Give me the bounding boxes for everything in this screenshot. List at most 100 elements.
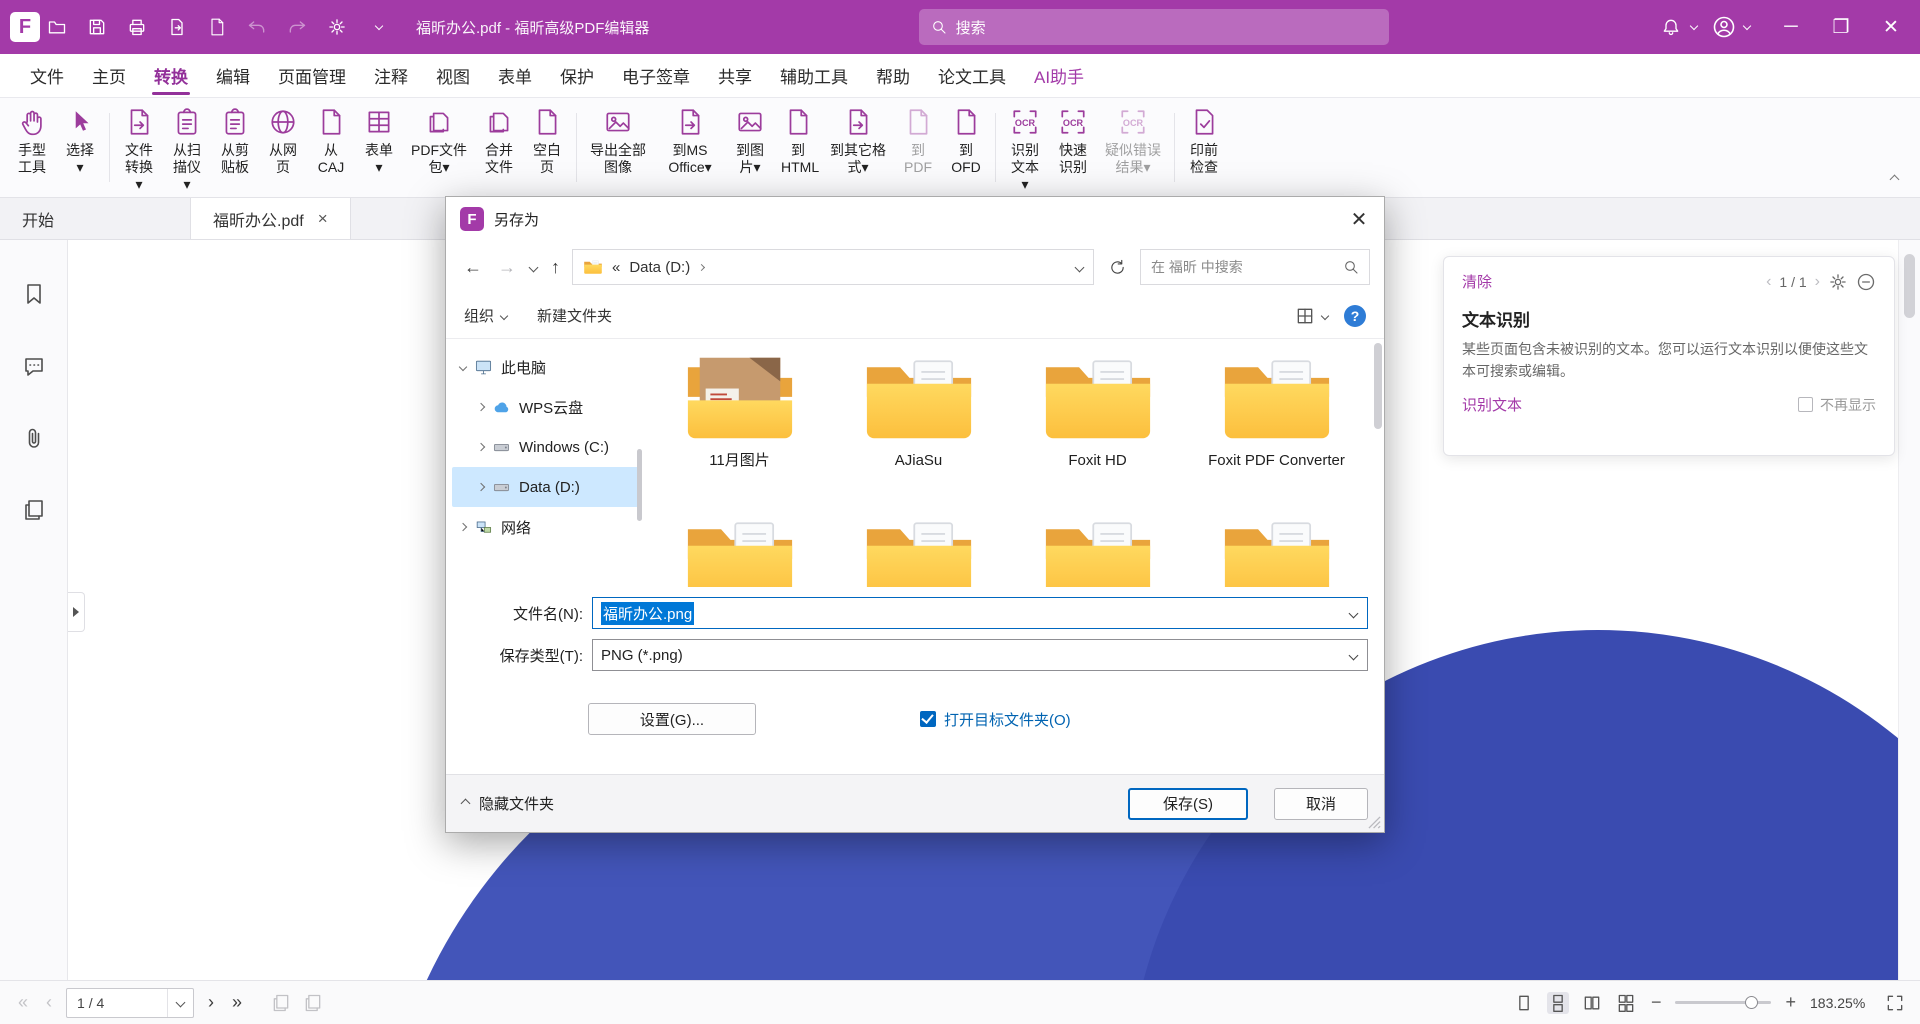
zoom-out-button[interactable]: − [1649, 992, 1664, 1013]
form-button[interactable]: 表单▾ [355, 103, 403, 192]
expand-chevron-icon[interactable] [459, 363, 467, 371]
file-convert-button[interactable]: 文件转换▾ [115, 103, 163, 192]
collapsed-chevron-icon[interactable] [477, 483, 485, 491]
tab-edit[interactable]: 编辑 [202, 54, 264, 98]
previous-page-button[interactable]: ‹ [42, 992, 56, 1013]
document-scrollbar[interactable] [1898, 240, 1920, 980]
folder-item[interactable]: Foxit PDF Converter [1187, 353, 1366, 471]
share-button[interactable] [324, 14, 350, 40]
collapsed-chevron-icon[interactable] [477, 443, 485, 451]
panel-settings-gear-icon[interactable] [1828, 272, 1848, 292]
comments-panel-icon[interactable] [22, 354, 46, 382]
to-image-button[interactable]: 到图片▾ [726, 103, 774, 192]
to-ms-office-button[interactable]: 到MS Office▾ [654, 103, 726, 192]
folder-item[interactable]: AJiaSu [829, 353, 1008, 471]
redo-button[interactable] [284, 14, 310, 40]
nav-back-button[interactable]: ← [460, 257, 486, 278]
open-target-folder-option[interactable]: 打开目标文件夹(O) [920, 709, 1071, 730]
recognize-text-link[interactable]: 识别文本 [1462, 394, 1522, 415]
tree-item-data-d[interactable]: Data (D:) [452, 467, 642, 507]
pdf-portfolio-button[interactable]: PDF文件包▾ [403, 103, 475, 192]
to-html-button[interactable]: 到HTML [774, 103, 822, 192]
page-dropdown-icon[interactable] [167, 989, 193, 1017]
single-page-view-icon[interactable] [1513, 992, 1535, 1014]
help-icon[interactable]: ? [1344, 305, 1366, 327]
close-window-button[interactable]: ✕ [1868, 0, 1914, 54]
prev-message-icon[interactable]: ‹ [1766, 273, 1771, 291]
tree-item-network[interactable]: 网络 [452, 507, 642, 547]
tab-esign[interactable]: 电子签章 [608, 54, 704, 98]
dialog-close-button[interactable]: ✕ [1334, 198, 1384, 240]
dialog-search-input[interactable]: 在 福昕 中搜索 [1140, 249, 1370, 285]
global-search-input[interactable]: 搜索 [919, 9, 1389, 45]
page-number-input[interactable]: 1 / 4 [66, 988, 194, 1018]
blank-page-button[interactable]: 空白页 [523, 103, 571, 192]
file-list-scrollbar-thumb[interactable] [1374, 343, 1382, 429]
folder-item[interactable] [1187, 515, 1366, 588]
zoom-slider[interactable] [1675, 1001, 1771, 1004]
tab-help[interactable]: 帮助 [862, 54, 924, 98]
next-message-icon[interactable]: › [1815, 273, 1820, 291]
tree-item-windows-c[interactable]: Windows (C:) [452, 427, 642, 467]
next-view-icon[interactable] [302, 992, 324, 1014]
notifications-chevron-icon[interactable] [1690, 21, 1698, 29]
first-page-button[interactable]: « [14, 992, 32, 1013]
previous-view-icon[interactable] [270, 992, 292, 1014]
select-tool-button[interactable]: 选择▾ [56, 103, 104, 192]
folder-item[interactable]: 11月图片 [650, 353, 829, 471]
pages-panel-icon[interactable] [22, 498, 46, 526]
tab-protect[interactable]: 保护 [546, 54, 608, 98]
open-target-folder-checkbox[interactable] [920, 711, 936, 727]
email-doc-button[interactable] [204, 14, 230, 40]
tab-comment[interactable]: 注释 [360, 54, 422, 98]
tab-current-document[interactable]: 福昕办公.pdf × [190, 198, 351, 239]
filetype-select[interactable]: PNG (*.png) [592, 639, 1368, 671]
to-other-formats-button[interactable]: 到其它格式▾ [822, 103, 894, 192]
facing-continuous-view-icon[interactable] [1615, 992, 1637, 1014]
from-scanner-button[interactable]: 从扫描仪▾ [163, 103, 211, 192]
nav-recent-chevron-icon[interactable] [529, 262, 539, 272]
undo-button[interactable] [244, 14, 270, 40]
collapse-panel-icon[interactable] [1856, 272, 1876, 292]
dont-show-checkbox[interactable] [1798, 397, 1813, 412]
collapse-ribbon-button[interactable] [1884, 171, 1904, 187]
account-avatar[interactable] [1711, 14, 1737, 40]
notifications-bell-icon[interactable] [1658, 14, 1684, 40]
expand-left-panel-button[interactable] [68, 592, 85, 632]
from-webpage-button[interactable]: 从网页 [259, 103, 307, 192]
combine-files-button[interactable]: 合并文件 [475, 103, 523, 192]
nav-up-button[interactable]: ↑ [547, 257, 564, 278]
next-page-button[interactable]: › [204, 992, 218, 1013]
tree-item-this-pc[interactable]: 此电脑 [452, 347, 642, 387]
organize-menu[interactable]: 组织 [464, 305, 507, 326]
attachments-panel-icon[interactable] [22, 426, 46, 454]
filename-dropdown-icon[interactable] [1349, 609, 1359, 619]
folder-item[interactable] [829, 515, 1008, 588]
continuous-view-icon[interactable] [1547, 992, 1569, 1014]
from-clipboard-button[interactable]: 从剪贴板 [211, 103, 259, 192]
preflight-button[interactable]: 印前检查 [1180, 103, 1228, 192]
customize-toolbar-chevron-icon[interactable] [364, 14, 390, 40]
save-button[interactable] [84, 14, 110, 40]
filename-input[interactable]: 福昕办公.png [592, 597, 1368, 629]
nav-forward-button[interactable]: → [494, 257, 520, 278]
scrollbar-thumb[interactable] [1904, 254, 1915, 318]
quick-recognize-button[interactable]: 快速识别 [1049, 103, 1097, 192]
export-all-images-button[interactable]: 导出全部图像 [582, 103, 654, 192]
to-pdf-button[interactable]: 到PDF [894, 103, 942, 192]
tab-convert[interactable]: 转换 [140, 54, 202, 98]
hide-folders-button[interactable]: 隐藏文件夹 [462, 793, 554, 814]
from-caj-button[interactable]: 从CAJ [307, 103, 355, 192]
tab-thesis-tools[interactable]: 论文工具 [924, 54, 1020, 98]
collapsed-chevron-icon[interactable] [477, 403, 485, 411]
tree-item-wps-cloud[interactable]: WPS云盘 [452, 387, 642, 427]
minimize-button[interactable]: ─ [1768, 0, 1814, 54]
tab-view[interactable]: 视图 [422, 54, 484, 98]
to-ofd-button[interactable]: 到OFD [942, 103, 990, 192]
tab-form[interactable]: 表单 [484, 54, 546, 98]
resize-grip[interactable] [1368, 816, 1381, 829]
dialog-cancel-button[interactable]: 取消 [1274, 788, 1368, 820]
refresh-icon[interactable] [1102, 252, 1132, 282]
tab-file[interactable]: 文件 [16, 54, 78, 98]
zoom-slider-knob[interactable] [1745, 996, 1758, 1009]
